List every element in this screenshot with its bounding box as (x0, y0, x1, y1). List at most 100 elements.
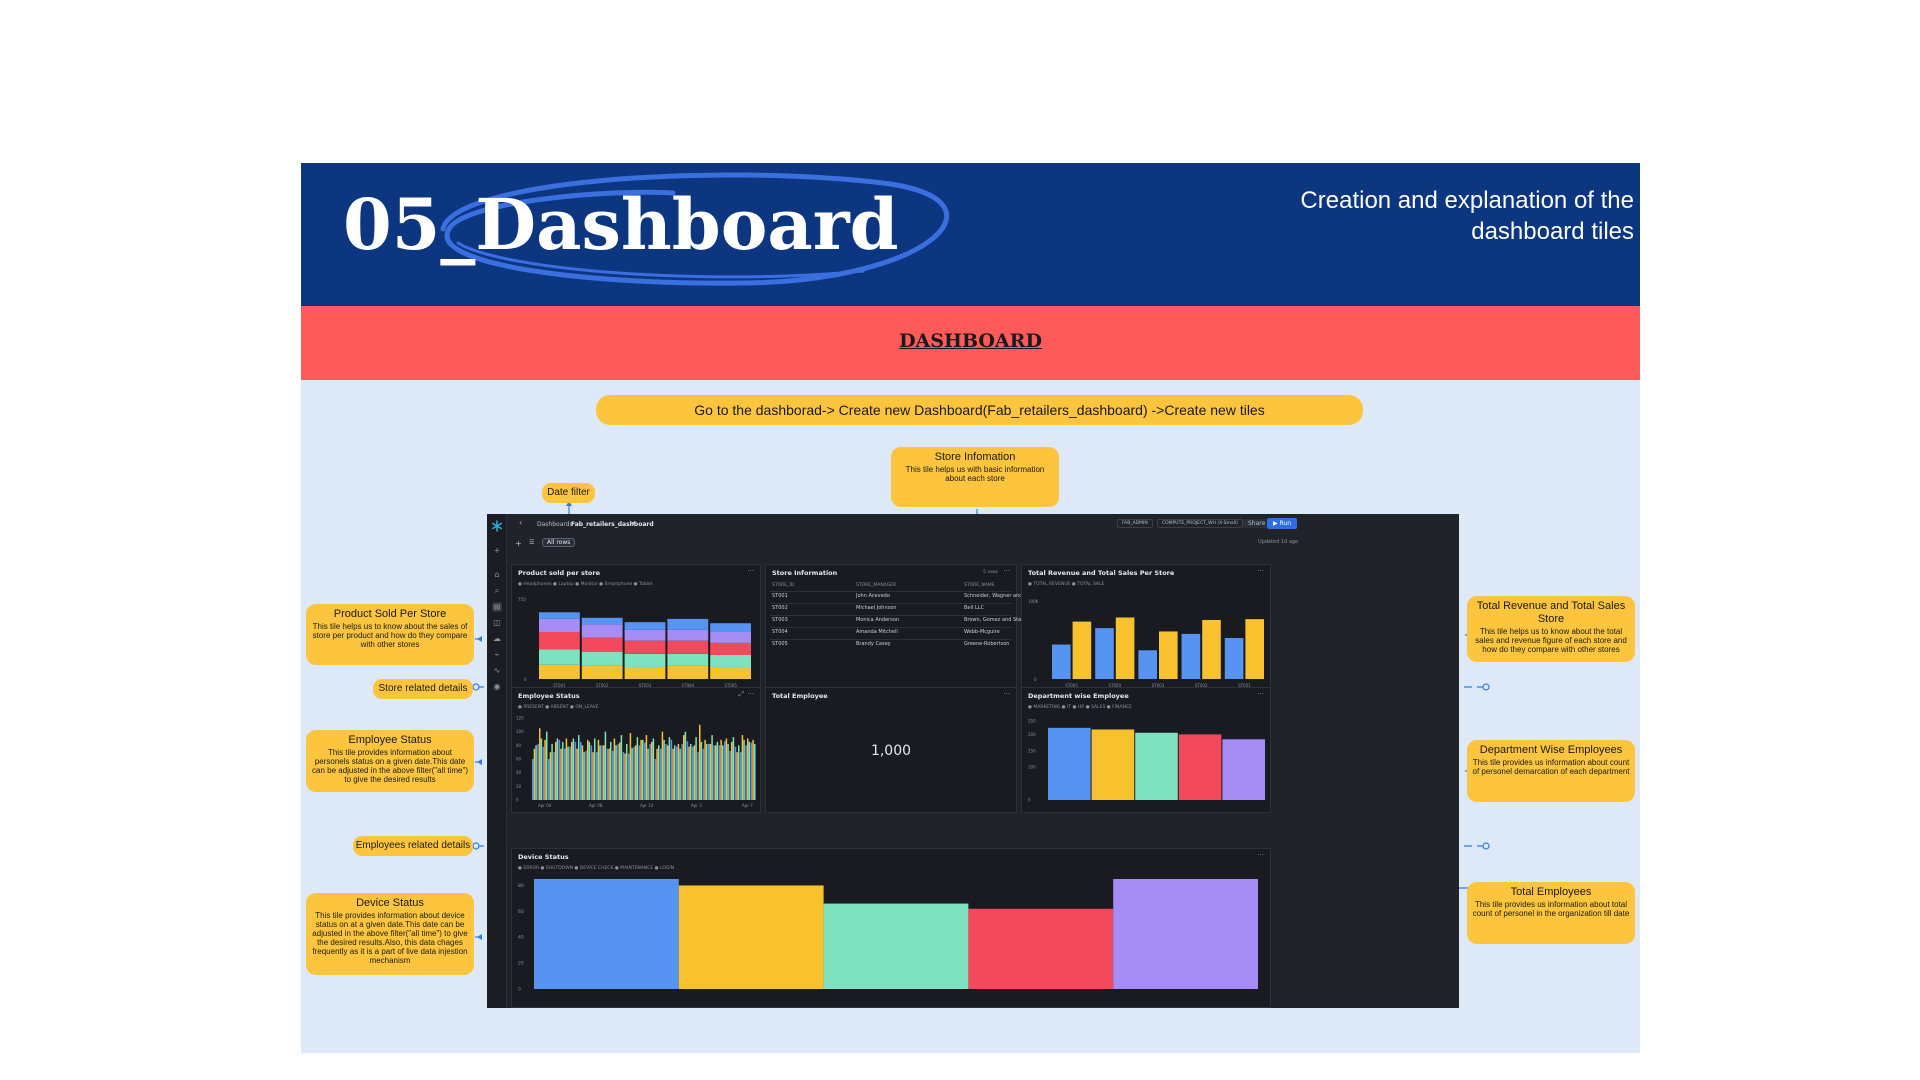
bar (628, 753, 630, 800)
callout-desc: This tile provides information about per… (312, 748, 468, 784)
bar (715, 745, 717, 800)
callout-title: Total Revenue and Total Sales Store (1476, 600, 1626, 625)
activity-icon[interactable]: ⌁ (492, 650, 502, 660)
tile-product-sold[interactable]: Product sold per store ··· ● Headphones … (511, 564, 761, 694)
bar-segment (624, 629, 666, 641)
more-icon[interactable]: ··· (1257, 567, 1264, 575)
table-cell: Monica Anderson (856, 617, 900, 623)
bar (1091, 729, 1135, 800)
bar (670, 739, 673, 800)
bar (681, 743, 683, 800)
dashboard-icon[interactable]: ▤ (492, 602, 502, 612)
date-filter-tag: Date filter (542, 483, 595, 503)
bar (548, 759, 550, 800)
bar-segment (624, 653, 666, 667)
more-icon[interactable]: ··· (1257, 851, 1264, 859)
callout-device-status: Device Status This tile provides informa… (306, 893, 474, 975)
tile-total-employee[interactable]: Total Employee ··· 1,000 (765, 687, 1017, 813)
callout-total-revenue: Total Revenue and Total Sales Store This… (1467, 596, 1635, 662)
tile-total-revenue[interactable]: Total Revenue and Total Sales Per Store … (1021, 564, 1271, 694)
tile-title: Total Revenue and Total Sales Per Store (1028, 569, 1175, 577)
tile-employee-status[interactable]: Employee Status ⤢ ··· ● PRESENT ● ABSENT… (511, 687, 761, 813)
chart-legend: ● ERROR ● SHUTDOWN ● DEVICE CHECK ● MAIN… (518, 866, 675, 871)
more-icon[interactable]: ··· (747, 567, 754, 575)
bar (567, 746, 569, 800)
bar (668, 737, 671, 800)
bar-segment (667, 665, 709, 679)
bar-segment (539, 649, 580, 665)
y-tick-label: 0 (1034, 677, 1037, 682)
expand-icon[interactable]: ⤢ (738, 690, 744, 699)
more-icon[interactable]: ··· (747, 690, 754, 698)
bar (722, 745, 724, 800)
bar-segment (667, 640, 709, 654)
tile-store-info[interactable]: Store Information 5 rows ··· STORE_ID STO… (765, 564, 1035, 694)
bar (678, 885, 824, 989)
plus-icon[interactable]: + (492, 546, 502, 556)
y-tick-label: 750 (518, 597, 526, 602)
bar (592, 752, 594, 800)
bar (619, 742, 621, 800)
add-tile-icon[interactable]: + (515, 539, 522, 548)
monitor-icon[interactable]: ∿ (492, 666, 502, 676)
instruction-pill: Go to the dashborad-> Create new Dashboa… (596, 395, 1363, 425)
table-header: STORE_MANAGER (856, 583, 897, 588)
tile-department[interactable]: Department wise Employee ··· ● MARKETING… (1021, 687, 1271, 813)
y-tick-label: 40 (516, 770, 522, 775)
bar (684, 731, 687, 800)
snowflake-icon (492, 520, 503, 532)
more-icon[interactable]: ··· (1257, 690, 1264, 698)
chevron-down-icon[interactable]: ▾ (632, 520, 635, 527)
x-tick-label: Apr 3 (691, 803, 702, 808)
table-cell: ST004 (772, 629, 788, 635)
tile-title: Total Employee (772, 692, 828, 700)
bar-segment (710, 631, 751, 643)
back-icon[interactable]: ‹ (519, 518, 522, 527)
bar (564, 748, 566, 800)
bar-segment (539, 631, 580, 650)
bar (1181, 633, 1201, 679)
bar (1245, 619, 1264, 679)
table-cell: Webb-Mcguire (964, 629, 1000, 635)
updated-label: Updated 1d ago (1258, 539, 1299, 545)
data-icon[interactable]: ◫ (492, 618, 502, 628)
warehouse-selector[interactable]: COMPUTE_PROJECT_WH (X-Small) (1157, 519, 1243, 528)
bar (683, 735, 685, 800)
bar (665, 743, 667, 800)
bar (702, 748, 705, 800)
filter-icon[interactable]: ☰ (529, 539, 534, 546)
tile-device-status[interactable]: Device Status ··· ● ERROR ● SHUTDOWN ● D… (511, 848, 1271, 1008)
bar-segment (539, 618, 580, 632)
bar (599, 745, 601, 800)
bar (734, 746, 737, 800)
y-tick-label: 60 (516, 757, 522, 762)
y-tick-label: 20 (516, 784, 522, 789)
breadcrumb-root[interactable]: Dashboards (537, 521, 573, 528)
tile-title: Department wise Employee (1028, 692, 1129, 700)
dashboard-name[interactable]: Fab_retailers_dashboard (571, 521, 654, 528)
y-tick-label: 80 (518, 883, 524, 889)
y-tick-label: 100 (516, 729, 524, 734)
row-divider (770, 615, 1012, 616)
row-divider (770, 591, 1012, 592)
bar (540, 738, 543, 800)
bar (748, 741, 751, 800)
date-filter-button[interactable]: All rows (542, 538, 576, 547)
search-icon[interactable]: ⌕ (492, 586, 502, 596)
more-icon[interactable]: ··· (1003, 567, 1010, 575)
run-button[interactable]: ▶ Run (1267, 518, 1298, 529)
bar (654, 759, 657, 800)
callout-title: Product Sold Per Store (333, 608, 447, 620)
home-icon[interactable]: ⌂ (492, 570, 502, 580)
bar (713, 745, 715, 800)
bar-segment (710, 666, 751, 679)
tile-title: Device Status (518, 853, 569, 861)
bar (633, 746, 635, 800)
bar (697, 752, 699, 800)
cloud-icon[interactable]: ☁ (492, 634, 502, 644)
role-selector[interactable]: FAB_ADMIN (1117, 519, 1153, 528)
more-icon[interactable]: ··· (1003, 690, 1010, 698)
bar (562, 741, 564, 800)
row-divider (770, 627, 1012, 628)
user-icon[interactable]: ◉ (492, 682, 502, 692)
